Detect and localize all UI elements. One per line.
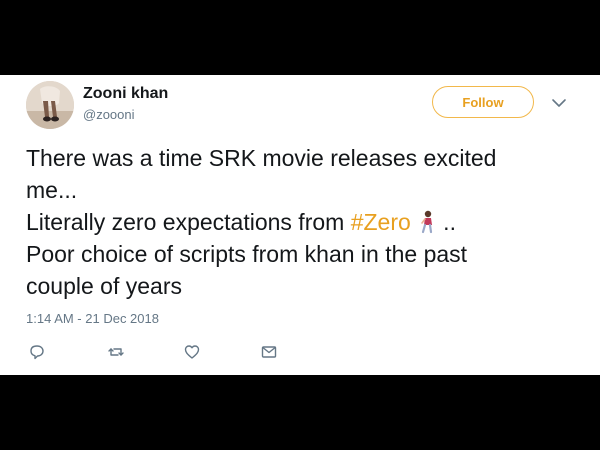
author-name[interactable]: Zooni khan bbox=[83, 85, 168, 103]
tweet-text-line: Poor choice of scripts from khan in the … bbox=[26, 241, 468, 267]
person-emoji-icon bbox=[420, 210, 432, 234]
heart-icon[interactable] bbox=[183, 343, 201, 361]
tweet-text-line: couple of years bbox=[26, 273, 182, 299]
follow-button-label: Follow bbox=[462, 94, 504, 110]
tweet-text: There was a time SRK movie releases exci… bbox=[26, 142, 566, 302]
envelope-icon[interactable] bbox=[260, 343, 278, 361]
author-handle[interactable]: @zoooni bbox=[83, 107, 135, 122]
avatar[interactable] bbox=[26, 81, 74, 129]
chevron-down-icon[interactable] bbox=[551, 97, 567, 109]
tweet-actions bbox=[0, 343, 600, 363]
tweet-card: Zooni khan @zoooni Follow There was a ti… bbox=[0, 75, 600, 375]
screenshot-canvas: Zooni khan @zoooni Follow There was a ti… bbox=[0, 0, 600, 450]
avatar-image bbox=[26, 81, 74, 129]
tweet-text-fragment: .. bbox=[436, 209, 456, 235]
reply-icon[interactable] bbox=[28, 343, 46, 361]
tweet-text-line: There was a time SRK movie releases exci… bbox=[26, 145, 497, 171]
tweet-text-line: Literally zero expectations from #Zero .… bbox=[26, 206, 566, 238]
tweet-timestamp[interactable]: 1:14 AM - 21 Dec 2018 bbox=[26, 311, 159, 326]
follow-button[interactable]: Follow bbox=[432, 86, 534, 118]
tweet-text-fragment: Literally zero expectations from bbox=[26, 209, 351, 235]
retweet-icon[interactable] bbox=[107, 343, 125, 361]
tweet-text-line: me... bbox=[26, 177, 78, 203]
hashtag-link[interactable]: #Zero bbox=[351, 209, 411, 235]
